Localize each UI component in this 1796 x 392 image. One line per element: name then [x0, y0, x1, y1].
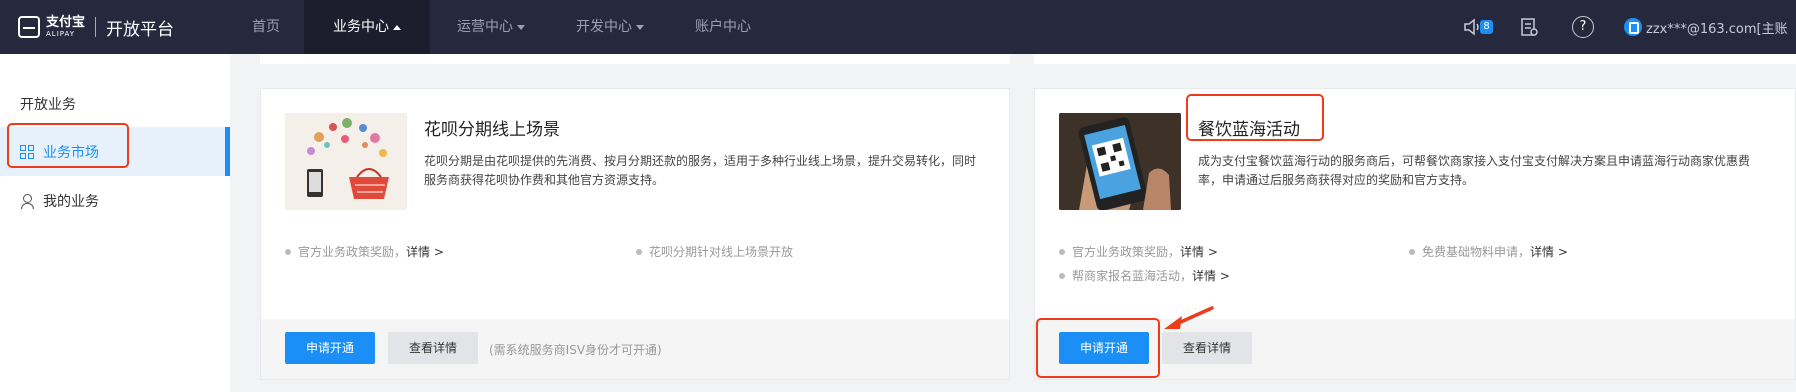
- bullet-dot-icon: [285, 248, 291, 255]
- sidebar: 开放业务 业务市场 我的业务: [0, 54, 230, 392]
- view-details-button[interactable]: 查看详情: [1162, 332, 1252, 364]
- top-navigation-bar: 支付宝 ALIPAY 开放平台 首页 业务中心 运营中心 开发中心 账户中心 8: [0, 0, 1796, 54]
- card-footer: 申请开通 查看详情 (需系统服务商ISV身份才可开通): [261, 319, 1009, 379]
- card-bullet: 帮商家报名蓝海活动， 详情 >: [1059, 267, 1230, 284]
- nav-operations-center[interactable]: 运营中心: [430, 0, 552, 54]
- nav-business-center[interactable]: 业务中心: [304, 0, 430, 54]
- person-icon: [20, 193, 34, 209]
- sidebar-heading: 开放业务: [20, 97, 76, 113]
- user-email: zzx***@163.com[主账: [1646, 21, 1788, 37]
- logo-text: 支付宝 ALIPAY: [46, 16, 85, 38]
- help-button[interactable]: ?: [1572, 16, 1594, 38]
- main-nav: 首页 业务中心 运营中心 开发中心 账户中心: [228, 0, 778, 54]
- annotation-box-title: [1186, 94, 1324, 141]
- header-tools: 8 ? zzx***@163.com[主账: [1460, 0, 1788, 54]
- logo-chinese: 支付宝: [46, 15, 86, 30]
- nav-home[interactable]: 首页: [228, 0, 304, 54]
- previous-card-bottom: [260, 54, 1010, 64]
- previous-card-bottom: [1034, 54, 1796, 64]
- card-bullet: 花呗分期针对线上场景开放: [636, 243, 793, 260]
- bullet-dot-icon: [1059, 272, 1065, 279]
- annotation-box-sidebar: [7, 123, 129, 168]
- bullet-text: 帮商家报名蓝海活动，: [1072, 269, 1193, 283]
- card-bullet: 官方业务政策奖励， 详情 >: [1059, 243, 1218, 260]
- qr-phone-photo: [1059, 113, 1181, 210]
- huabei-illustration: [285, 113, 407, 210]
- bullet-text: 官方业务政策奖励，: [298, 245, 407, 259]
- documents-button[interactable]: [1516, 14, 1542, 40]
- nav-account-center[interactable]: 账户中心: [668, 0, 778, 54]
- apply-button[interactable]: 申请开通: [285, 332, 375, 364]
- platform-title: 开放平台: [106, 19, 175, 40]
- annotation-box-apply: [1036, 318, 1160, 378]
- sidebar-item-label: 我的业务: [43, 193, 99, 210]
- bullet-detail-link[interactable]: 详情 >: [406, 243, 444, 260]
- bullet-dot-icon: [1409, 248, 1415, 255]
- view-details-button[interactable]: 查看详情: [388, 332, 478, 364]
- isv-requirement-note: (需系统服务商ISV身份才可开通): [489, 343, 662, 357]
- bullet-detail-link[interactable]: 详情 >: [1530, 243, 1568, 260]
- nav-account-label: 账户中心: [695, 19, 751, 35]
- bullet-dot-icon: [1059, 248, 1065, 255]
- nav-developer-center[interactable]: 开发中心: [552, 0, 668, 54]
- alipay-logo[interactable]: 支付宝 ALIPAY 开放平台: [18, 12, 174, 42]
- card-description: 花呗分期是由花呗提供的先消费、按月分期还款的服务，适用于多种行业线上场景，提升交…: [424, 154, 977, 187]
- user-avatar-icon: [1624, 18, 1642, 36]
- notifications-button[interactable]: 8: [1460, 14, 1493, 40]
- bullet-detail-link[interactable]: 详情 >: [1180, 243, 1218, 260]
- card-bullet: 免费基础物料申请， 详情 >: [1409, 243, 1568, 260]
- bullet-text: 官方业务政策奖励，: [1072, 245, 1181, 259]
- bullet-text: 花呗分期针对线上场景开放: [649, 245, 794, 259]
- logo-english: ALIPAY: [46, 30, 76, 38]
- bullet-detail-link[interactable]: 详情 >: [1192, 267, 1230, 284]
- card-title: 花呗分期线上场景: [424, 120, 560, 140]
- caret-down-icon: [636, 24, 644, 30]
- bullet-dot-icon: [636, 248, 642, 255]
- service-card-huabei: 花呗分期线上场景 花呗分期是由花呗提供的先消费、按月分期还款的服务，适用于多种行…: [260, 88, 1010, 380]
- bullet-text: 免费基础物料申请，: [1422, 245, 1531, 259]
- nav-business-label: 业务中心: [333, 19, 389, 35]
- document-icon: [1521, 18, 1538, 36]
- card-bullet: 官方业务政策奖励， 详情 >: [285, 243, 444, 260]
- sidebar-item-my-business[interactable]: 我的业务: [0, 176, 230, 225]
- card-description: 成为支付宝餐饮蓝海行动的服务商后，可帮餐饮商家接入支付宝支付解决方案且申请蓝海行…: [1198, 154, 1751, 187]
- help-icon: ?: [1579, 19, 1587, 34]
- logo-divider: [95, 17, 97, 37]
- alipay-logo-icon: [18, 16, 40, 38]
- user-account-menu[interactable]: zzx***@163.com[主账: [1624, 18, 1788, 37]
- nav-operations-label: 运营中心: [457, 19, 513, 35]
- caret-down-icon: [517, 24, 525, 30]
- nav-home-label: 首页: [252, 19, 280, 35]
- caret-up-icon: [393, 24, 401, 30]
- annotation-arrow-icon: [1164, 306, 1214, 329]
- nav-developer-label: 开发中心: [576, 19, 632, 35]
- notification-count-badge: 8: [1480, 20, 1493, 34]
